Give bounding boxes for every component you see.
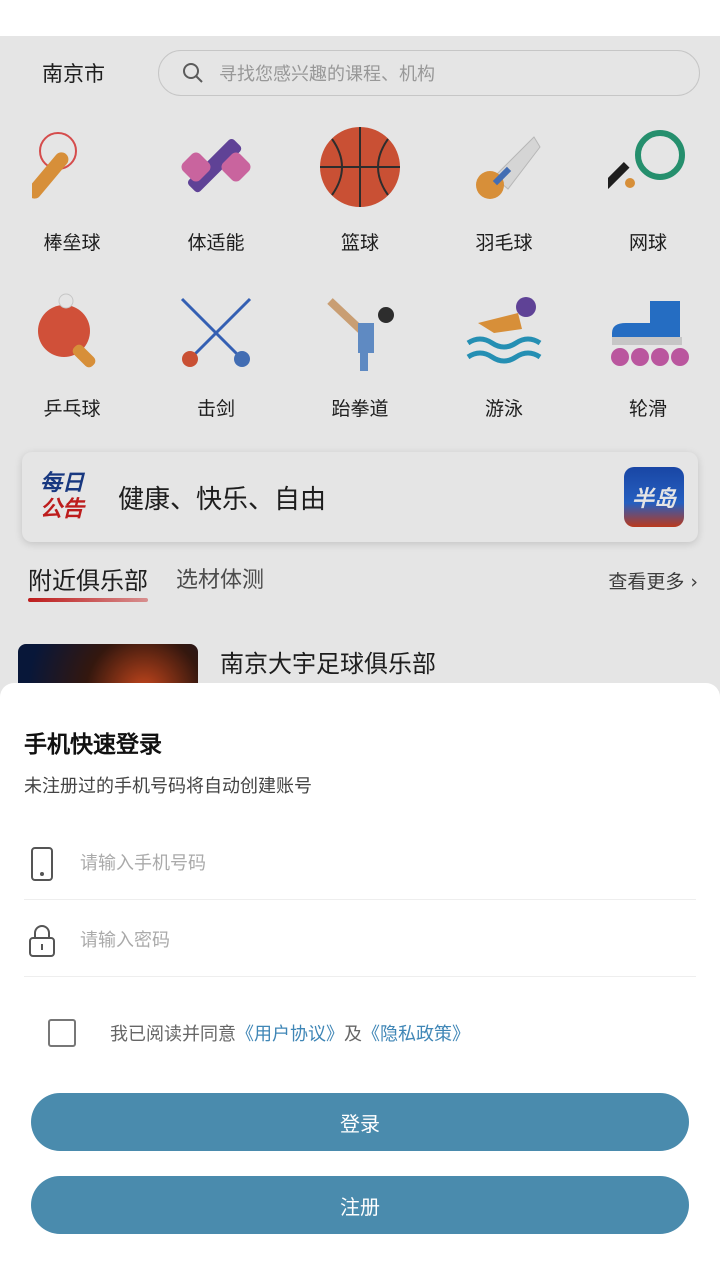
agree-checkbox[interactable] <box>48 1019 76 1047</box>
password-field <box>24 905 696 977</box>
agreement-row: 我已阅读并同意 《用户协议》 及 《隐私政策》 <box>48 1019 470 1047</box>
phone-field <box>24 828 696 900</box>
login-subtitle: 未注册过的手机号码将自动创建账号 <box>24 776 312 797</box>
agree-and-text: 及 <box>344 1024 362 1045</box>
phone-input[interactable] <box>80 853 640 874</box>
password-input[interactable] <box>80 930 640 951</box>
lock-icon <box>24 924 60 958</box>
phone-icon <box>24 846 60 881</box>
privacy-policy-link[interactable]: 《隐私政策》 <box>362 1020 470 1046</box>
register-button[interactable]: 注册 <box>31 1176 689 1234</box>
user-agreement-link[interactable]: 《用户协议》 <box>236 1020 344 1046</box>
login-title: 手机快速登录 <box>24 732 162 758</box>
login-sheet: 手机快速登录 未注册过的手机号码将自动创建账号 我已阅读并同意 《用户协议》 及… <box>0 683 720 1280</box>
agree-text: 我已阅读并同意 <box>110 1024 236 1045</box>
status-bar <box>0 0 720 36</box>
login-button[interactable]: 登录 <box>31 1093 689 1151</box>
